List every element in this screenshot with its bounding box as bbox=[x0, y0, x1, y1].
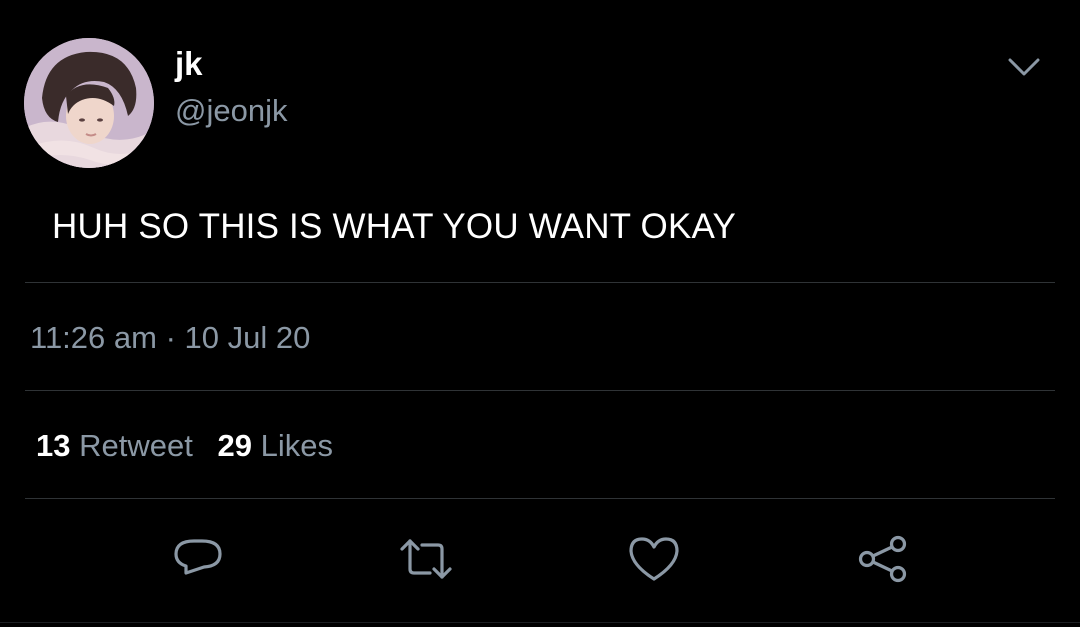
like-button[interactable] bbox=[626, 533, 682, 585]
divider bbox=[25, 282, 1055, 283]
reply-icon bbox=[174, 539, 222, 575]
tweet-text: HUH SO THIS IS WHAT YOU WANT OKAY bbox=[52, 207, 737, 246]
heart-icon bbox=[629, 537, 679, 581]
reply-button[interactable] bbox=[170, 533, 226, 585]
retweet-button[interactable] bbox=[398, 533, 454, 585]
divider bbox=[25, 390, 1055, 391]
retweet-stat[interactable]: 13 Retweet bbox=[36, 425, 193, 467]
tweet-menu-button[interactable] bbox=[1004, 50, 1044, 86]
tweet-timestamp[interactable]: 11:26 am · 10 Jul 20 bbox=[30, 318, 310, 358]
avatar[interactable] bbox=[24, 38, 154, 168]
share-icon bbox=[858, 535, 907, 583]
likes-count: 29 bbox=[217, 428, 252, 463]
tweet-time: 11:26 am bbox=[30, 320, 157, 355]
tweet-date: 10 Jul 20 bbox=[184, 320, 311, 355]
bottom-divider bbox=[0, 622, 1080, 623]
author-display-name[interactable]: jk bbox=[175, 44, 203, 84]
likes-label: Likes bbox=[260, 428, 333, 463]
retweet-count: 13 bbox=[36, 428, 71, 463]
tweet-stats: 13 Retweet 29 Likes bbox=[36, 425, 333, 467]
retweet-icon bbox=[400, 539, 452, 579]
share-button[interactable] bbox=[855, 533, 911, 585]
retweet-label: Retweet bbox=[79, 428, 193, 463]
author-handle[interactable]: @jeonjk bbox=[175, 92, 287, 130]
chevron-down-icon bbox=[1008, 58, 1040, 76]
divider bbox=[25, 498, 1055, 499]
timestamp-separator: · bbox=[165, 320, 176, 355]
avatar-photo bbox=[24, 38, 154, 168]
likes-stat[interactable]: 29 Likes bbox=[217, 425, 332, 467]
